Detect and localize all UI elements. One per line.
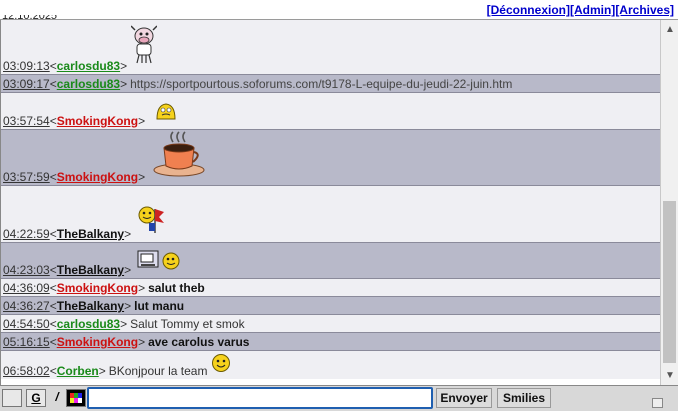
message-text: Salut Tommy et smok — [130, 317, 245, 331]
computer-icon — [137, 250, 181, 273]
nickname[interactable]: Corben — [57, 364, 99, 378]
scroll-thumb[interactable] — [663, 201, 676, 363]
timestamp[interactable]: 04:36:09 — [3, 281, 50, 295]
message-row: 04:22:59 < TheBalkany > — [1, 186, 660, 243]
message-row: 03:57:54 < SmokingKong > — [1, 93, 660, 130]
nickname[interactable]: TheBalkany — [57, 263, 124, 277]
input-toolbar: G / Envoyer Smilies — [0, 385, 678, 411]
timestamp[interactable]: 04:22:59 — [3, 227, 50, 241]
color-picker-button[interactable] — [66, 389, 86, 407]
timestamp[interactable]: 04:54:50 — [3, 317, 50, 331]
nickname[interactable]: carlosdu83 — [57, 59, 120, 73]
message-row: 03:57:59 < SmokingKong > — [1, 130, 660, 186]
logout-link[interactable]: [Déconnexion] — [487, 3, 570, 17]
message-row: 04:36:09 < SmokingKong > salut theb — [1, 279, 660, 297]
nickname[interactable]: SmokingKong — [57, 170, 138, 184]
coffee-cup-icon — [153, 130, 205, 181]
nickname[interactable]: carlosdu83 — [57, 317, 120, 331]
nickname[interactable]: TheBalkany — [57, 227, 124, 241]
nickname[interactable]: carlosdu83 — [57, 77, 120, 91]
nickname[interactable]: SmokingKong — [57, 335, 138, 349]
message-text[interactable]: https://sportpourtous.soforums.com/t9178… — [130, 77, 512, 91]
message-text: BKonjpour la team — [108, 364, 208, 378]
bold-button[interactable]: G — [26, 389, 46, 407]
message-text: lut manu — [134, 299, 185, 313]
scroll-up-arrow-icon[interactable]: ▲ — [664, 24, 676, 36]
cow-icon — [130, 24, 158, 67]
smiley-icon — [211, 353, 231, 376]
format-placeholder-button[interactable] — [2, 389, 22, 407]
resize-icon[interactable] — [652, 398, 663, 408]
archives-link[interactable]: [Archives] — [615, 3, 674, 17]
message-input[interactable] — [87, 387, 433, 409]
top-links: [Déconnexion][Admin][Archives] — [487, 3, 674, 17]
chat-log[interactable]: 03:09:13 < carlosdu83 > 03:09:17 < carlosdu83… — [0, 20, 660, 385]
message-row: 03:09:13 < carlosdu83 > — [1, 20, 660, 75]
timestamp[interactable]: 03:57:59 — [3, 170, 50, 184]
color-grid-icon — [70, 393, 82, 403]
italic-button[interactable]: / — [50, 389, 64, 407]
timestamp[interactable]: 04:36:27 — [3, 299, 50, 313]
nickname[interactable]: TheBalkany — [57, 299, 124, 313]
timestamp[interactable]: 06:58:02 — [3, 364, 50, 378]
message-row: 06:58:02 < Corben > BKonjpour la team — [1, 351, 660, 379]
message-text: ave carolus varus — [148, 335, 250, 349]
top-bar: 12:10:2025 [Déconnexion][Admin][Archives… — [0, 0, 678, 20]
timestamp[interactable]: 03:09:13 — [3, 59, 50, 73]
message-row: 05:16:15 < SmokingKong > ave carolus varus — [1, 333, 660, 351]
message-row: 03:09:17 < carlosdu83 > https://sportpourtou… — [1, 75, 660, 93]
timestamp[interactable]: 03:09:17 — [3, 77, 50, 91]
admin-link[interactable]: [Admin] — [570, 3, 615, 17]
flag-smiley-icon — [137, 203, 165, 238]
message-row: 04:23:03 < TheBalkany > — [1, 243, 660, 279]
timestamp[interactable]: 05:16:15 — [3, 335, 50, 349]
timestamp[interactable]: 04:23:03 — [3, 263, 50, 277]
timestamp[interactable]: 03:57:54 — [3, 114, 50, 128]
cut-off-text: 12:10:2025 — [2, 15, 57, 19]
message-row: 04:54:50 < carlosdu83 > Salut Tommy et smok — [1, 315, 660, 333]
sweating-face-icon — [155, 101, 177, 124]
message-row: 04:36:27 < TheBalkany > lut manu — [1, 297, 660, 315]
send-button[interactable]: Envoyer — [436, 388, 492, 408]
nickname[interactable]: SmokingKong — [57, 114, 138, 128]
message-text: salut theb — [148, 281, 205, 295]
smilies-button[interactable]: Smilies — [497, 388, 551, 408]
scroll-down-arrow-icon[interactable]: ▼ — [664, 370, 676, 382]
vertical-scrollbar[interactable]: ▲ ▼ — [660, 20, 678, 385]
nickname[interactable]: SmokingKong — [57, 281, 138, 295]
